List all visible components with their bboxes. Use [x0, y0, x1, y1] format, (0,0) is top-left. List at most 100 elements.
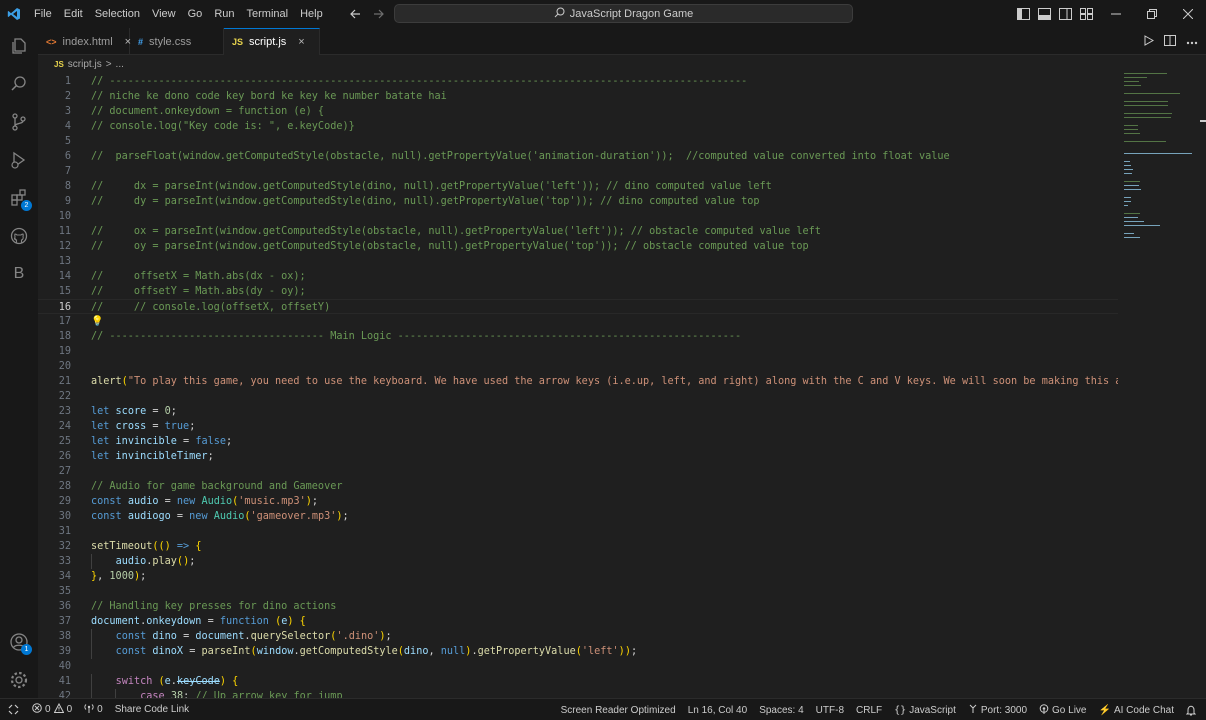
menu-help[interactable]: Help — [294, 0, 329, 28]
scrollbar-cursor-marker[interactable] — [1200, 120, 1206, 122]
extensions-icon[interactable]: 2 — [0, 180, 38, 216]
code-line[interactable]: 28 // Audio for game background and Gameo… — [38, 479, 1118, 494]
minimize-icon[interactable] — [1098, 0, 1134, 28]
code-line[interactable]: 3 // document.onkeydown = function (e) { — [38, 104, 1118, 119]
tab-index-html[interactable]: <> index.html × — [38, 28, 131, 55]
code-line[interactable]: 33 audio.play(); — [38, 554, 1118, 569]
menu-edit[interactable]: Edit — [58, 0, 89, 28]
code-line[interactable]: 41 switch (e.keyCode) { — [38, 674, 1118, 689]
search-view-icon[interactable] — [0, 66, 38, 102]
code-line[interactable]: 39 const dinoX = parseInt(window.getComp… — [38, 644, 1118, 659]
forward-arrow-icon[interactable] — [372, 7, 386, 21]
code-line[interactable]: 4 // console.log("Key code is: ", e.keyCo… — [38, 119, 1118, 134]
command-center-search[interactable]: JavaScript Dragon Game — [394, 4, 853, 23]
menu-run[interactable]: Run — [208, 0, 240, 28]
code-line[interactable]: 5 — [38, 134, 1118, 149]
close-window-icon[interactable] — [1170, 0, 1206, 28]
explorer-icon[interactable] — [0, 28, 38, 64]
back-arrow-icon[interactable] — [348, 7, 362, 21]
line-number: 7 — [64, 166, 71, 177]
ai-code-chat-button[interactable]: ⚡ AI Code Chat — [1093, 699, 1181, 720]
accounts-icon[interactable]: 1 — [0, 624, 38, 660]
code-line[interactable]: 12 // oy = parseInt(window.getComputedSty… — [38, 239, 1118, 254]
line-number: 23 — [58, 406, 71, 417]
lightbulb-icon[interactable]: 💡 — [91, 314, 103, 329]
notifications-bell-icon[interactable] — [1180, 699, 1202, 720]
menu-go[interactable]: Go — [182, 0, 209, 28]
tab-script-js[interactable]: JS script.js × — [224, 28, 320, 55]
run-debug-icon[interactable] — [0, 142, 38, 178]
code-line[interactable]: 19 — [38, 344, 1118, 359]
port-status[interactable]: Port: 3000 — [962, 699, 1033, 720]
toggle-primary-sidebar-icon[interactable] — [1016, 7, 1031, 22]
menu-selection[interactable]: Selection — [89, 0, 146, 28]
code-line[interactable]: 11 // ox = parseInt(window.getComputedSty… — [38, 224, 1118, 239]
b-extension-icon[interactable]: B — [0, 256, 38, 292]
code-line[interactable]: 24 let cross = true; — [38, 419, 1118, 434]
code-line[interactable]: 35 — [38, 584, 1118, 599]
share-code-link[interactable]: Share Code Link — [109, 699, 196, 720]
code-line[interactable]: 15 // offsetY = Math.abs(dy - oy); — [38, 284, 1118, 299]
code-line[interactable]: 18 // -----------------------------------… — [38, 329, 1118, 344]
eol-status[interactable]: CRLF — [850, 699, 888, 720]
menu-terminal[interactable]: Terminal — [241, 0, 295, 28]
code-line[interactable]: 31 — [38, 524, 1118, 539]
language-mode[interactable]: {} JavaScript — [888, 699, 962, 720]
close-tab-icon[interactable]: × — [298, 36, 304, 48]
split-editor-icon[interactable] — [1164, 34, 1176, 49]
menu-file[interactable]: File — [28, 0, 58, 28]
code-line[interactable]: 40 — [38, 659, 1118, 674]
breadcrumb-symbol[interactable]: ... — [116, 59, 124, 70]
tab-style-css[interactable]: # style.css — [130, 28, 224, 55]
code-line[interactable]: 25 let invincible = false; — [38, 434, 1118, 449]
menu-view[interactable]: View — [146, 0, 182, 28]
screen-reader-status[interactable]: Screen Reader Optimized — [555, 699, 682, 720]
code-line[interactable]: 6 // parseFloat(window.getComputedStyle(o… — [38, 149, 1118, 164]
remote-indicator-icon[interactable] — [0, 699, 26, 720]
indentation-status[interactable]: Spaces: 4 — [753, 699, 809, 720]
code-line[interactable]: 26 let invincibleTimer; — [38, 449, 1118, 464]
manage-gear-icon[interactable] — [0, 662, 38, 698]
code-line[interactable]: 30 const audiogo = new Audio('gameover.mp… — [38, 509, 1118, 524]
line-number: 27 — [58, 466, 71, 477]
toggle-panel-icon[interactable] — [1037, 7, 1052, 22]
code-editor[interactable]: 1 // ------------------------------------… — [38, 73, 1118, 698]
code-line[interactable]: 1 // ------------------------------------… — [38, 74, 1118, 89]
more-actions-icon[interactable] — [1186, 36, 1198, 48]
code-line[interactable]: 2 // niche ke dono code key bord ke key k… — [38, 89, 1118, 104]
code-line[interactable]: 34}, 1000); — [38, 569, 1118, 584]
code-line[interactable]: 20 — [38, 359, 1118, 374]
go-live-button[interactable]: Go Live — [1033, 699, 1092, 720]
ports-status[interactable]: 0 — [78, 699, 109, 720]
code-line[interactable]: 23 let score = 0; — [38, 404, 1118, 419]
github-icon[interactable] — [0, 218, 38, 254]
restore-icon[interactable] — [1134, 0, 1170, 28]
code-line[interactable]: 21 alert("To play this game, you need to … — [38, 374, 1118, 389]
code-line[interactable]: 38 const dino = document.querySelector('… — [38, 629, 1118, 644]
breadcrumb-file[interactable]: script.js — [68, 59, 102, 70]
code-line[interactable]: 29 const audio = new Audio('music.mp3'); — [38, 494, 1118, 509]
encoding-status[interactable]: UTF-8 — [810, 699, 850, 720]
code-line[interactable]: 14 // offsetX = Math.abs(dx - ox); — [38, 269, 1118, 284]
code-line[interactable]: 8 // dx = parseInt(window.getComputedStyl… — [38, 179, 1118, 194]
cursor-position[interactable]: Ln 16, Col 40 — [682, 699, 754, 720]
run-file-icon[interactable] — [1143, 34, 1155, 49]
source-control-icon[interactable] — [0, 104, 38, 140]
toggle-secondary-sidebar-icon[interactable] — [1058, 7, 1073, 22]
code-line[interactable]: 10 — [38, 209, 1118, 224]
code-line[interactable]: 32 setTimeout(() => { — [38, 539, 1118, 554]
code-line[interactable]: 22 — [38, 389, 1118, 404]
customize-layout-icon[interactable] — [1079, 7, 1094, 22]
problems-status[interactable]: 0 0 — [26, 699, 78, 720]
code-line[interactable]: 13 — [38, 254, 1118, 269]
code-line[interactable]: 42 case 38: // Up arrow key for jump — [38, 689, 1118, 698]
minimap[interactable] — [1118, 73, 1200, 698]
code-line[interactable]: 16 // // console.log(offsetX, offsetY) — [38, 299, 1118, 314]
code-line[interactable]: 27 — [38, 464, 1118, 479]
line-number: 41 — [58, 676, 71, 687]
code-line[interactable]: 17 💡 — [38, 314, 1118, 329]
code-line[interactable]: 9 // dy = parseInt(window.getComputedStyl… — [38, 194, 1118, 209]
code-line[interactable]: 36 // Handling key presses for dino actio… — [38, 599, 1118, 614]
code-line[interactable]: 7 — [38, 164, 1118, 179]
code-line[interactable]: 37 document.onkeydown = function (e) { — [38, 614, 1118, 629]
